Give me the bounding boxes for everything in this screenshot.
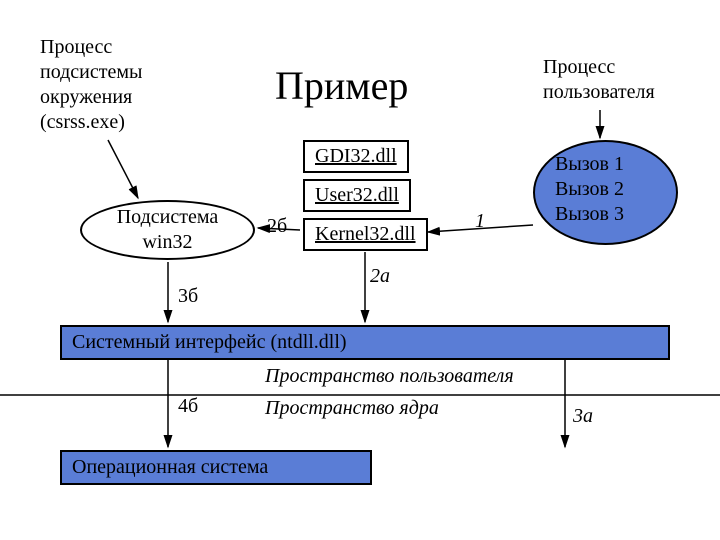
csrss-label: Процесс подсистемы окружения (csrss.exe)	[40, 35, 142, 135]
gdi32-box: GDI32.dll	[303, 140, 409, 173]
step-4b: 4б	[178, 395, 198, 418]
step-2a: 2а	[370, 265, 390, 288]
space-user-label: Пространство пользователя	[265, 365, 514, 388]
step-2b: 2б	[267, 215, 287, 238]
os-bar: Операционная система	[60, 450, 372, 485]
win32-ellipse: Подсистема win32	[80, 200, 255, 260]
calls-label: Вызов 1 Вызов 2 Вызов 3	[555, 152, 624, 227]
user-process-label: Процесс пользователя	[543, 55, 655, 105]
step-3a: 3а	[573, 405, 593, 428]
page-title: Пример	[275, 62, 408, 109]
step-3b: 3б	[178, 285, 198, 308]
step-1: 1	[475, 210, 485, 233]
kernel32-box: Kernel32.dll	[303, 218, 428, 251]
user32-box: User32.dll	[303, 179, 411, 212]
ntdll-bar: Системный интерфейс (ntdll.dll)	[60, 325, 670, 360]
win32-label: Подсистема win32	[117, 205, 219, 255]
space-kernel-label: Пространство ядра	[265, 397, 439, 420]
